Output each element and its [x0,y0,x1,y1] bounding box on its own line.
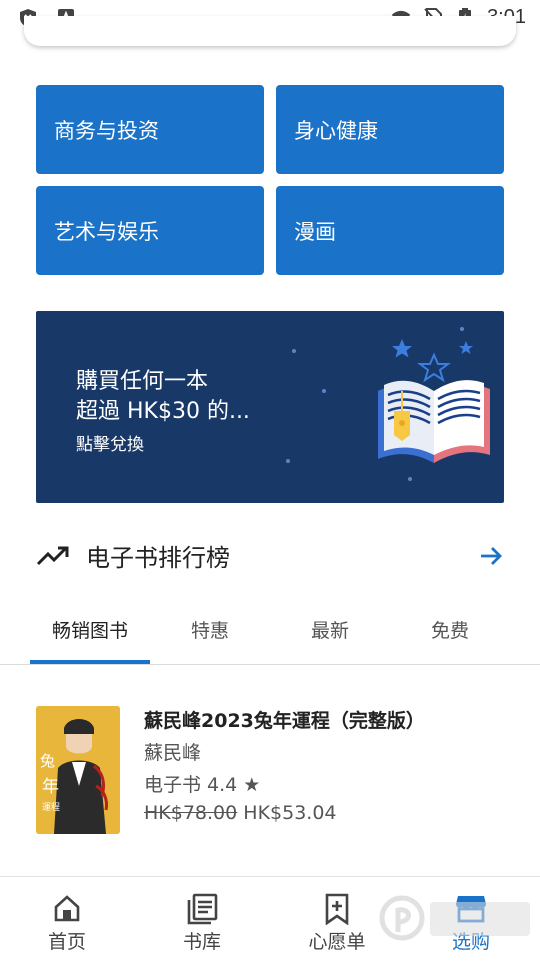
book-title[interactable]: 蘇民峰2023兔年運程（完整版） [144,706,425,733]
home-icon [2,893,132,925]
open-book-illustration-icon [286,327,490,481]
price-original: HK$78.00 [144,802,238,824]
book-author: 蘇民峰 [144,742,202,764]
library-icon [137,893,267,925]
banner-cta[interactable]: 點擊兌換 [76,430,144,455]
svg-text:年: 年 [42,777,59,797]
tab-bestsellers[interactable]: 畅销图书 [30,616,150,643]
category-comics[interactable]: 漫画 [276,186,504,275]
tab-deals[interactable]: 特惠 [150,616,270,643]
price-sale: HK$53.04 [243,802,337,824]
tab-newest[interactable]: 最新 [270,616,390,643]
trending-up-icon [36,544,70,572]
nav-library-label: 书库 [182,931,221,953]
ranking-header: 电子书排行榜 [36,536,504,576]
search-card[interactable] [24,16,516,46]
svg-text:兔: 兔 [40,752,55,770]
tab-free[interactable]: 免费 [390,616,510,643]
nav-home[interactable]: 首页 [2,887,132,957]
category-health[interactable]: 身心健康 [276,85,504,174]
arrow-right-icon[interactable] [478,544,504,572]
nav-home-label: 首页 [47,931,86,953]
book-list-item[interactable]: 兔 年 運程 蘇民峰2023兔年運程（完整版） 蘇民峰 电子书 4.4 ★ HK… [36,706,504,836]
category-arts[interactable]: 艺术与娱乐 [36,186,264,275]
tab-indicator [30,660,150,664]
watermark-logo [378,884,538,954]
ranking-tabs: 畅销图书 特惠 最新 免费 [0,600,540,665]
book-rating: 电子书 4.4 ★ [144,774,261,796]
banner-line2: 超過 HK$30 的... [76,399,250,424]
book-cover-image[interactable]: 兔 年 運程 [36,706,120,834]
promo-banner[interactable]: 購買任何一本 超過 HK$30 的... 點擊兌換 [36,311,504,503]
banner-line1: 購買任何一本 [76,369,209,394]
category-business[interactable]: 商务与投资 [36,85,264,174]
svg-text:運程: 運程 [42,802,60,813]
ranking-title: 电子书排行榜 [86,544,230,572]
nav-library[interactable]: 书库 [137,887,267,957]
book-price: HK$78.00 HK$53.04 [144,802,337,824]
